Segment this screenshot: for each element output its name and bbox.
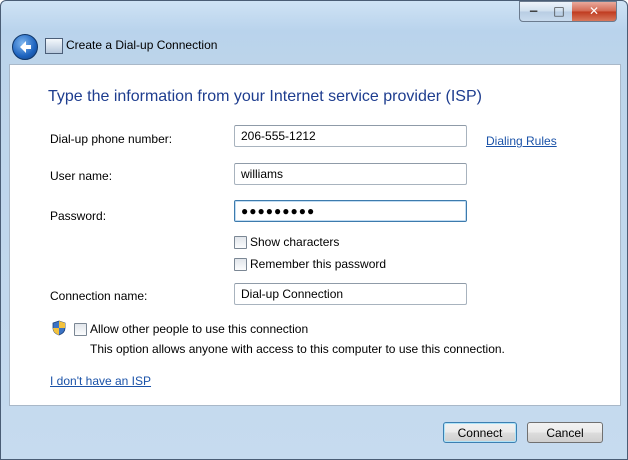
password-field[interactable]: ●●●●●●●●● xyxy=(234,200,467,222)
dialing-rules-link[interactable]: Dialing Rules xyxy=(486,134,557,148)
connection-name-label: Connection name: xyxy=(50,289,148,303)
username-field[interactable]: williams xyxy=(234,163,467,185)
allow-others-label[interactable]: Allow other people to use this connectio… xyxy=(90,322,308,336)
allow-others-checkbox[interactable] xyxy=(74,323,87,336)
dialup-connection-icon xyxy=(45,38,63,54)
show-characters-checkbox[interactable] xyxy=(234,236,247,249)
maximize-icon: □ xyxy=(553,4,565,18)
connection-name-field[interactable]: Dial-up Connection xyxy=(234,283,467,305)
cancel-button[interactable]: Cancel xyxy=(527,422,603,443)
phone-number-field[interactable]: 206-555-1212 xyxy=(234,125,467,147)
show-characters-label[interactable]: Show characters xyxy=(250,235,339,249)
wizard-header: Create a Dial-up Connection xyxy=(9,31,619,61)
username-label: User name: xyxy=(50,169,113,183)
connect-button[interactable]: Connect xyxy=(443,422,517,443)
wizard-content: Type the information from your Internet … xyxy=(9,64,621,406)
uac-shield-icon xyxy=(52,320,66,336)
maximize-button[interactable]: □ xyxy=(546,1,573,22)
page-heading: Type the information from your Internet … xyxy=(48,88,482,105)
phone-label: Dial-up phone number: xyxy=(50,132,173,146)
remember-password-label[interactable]: Remember this password xyxy=(250,257,386,271)
allow-others-description: This option allows anyone with access to… xyxy=(90,342,505,356)
minimize-button[interactable]: − xyxy=(519,1,548,22)
wizard-title: Create a Dial-up Connection xyxy=(66,38,218,52)
back-button[interactable] xyxy=(12,34,38,60)
close-button[interactable]: ✕ xyxy=(572,1,617,22)
back-arrow-icon xyxy=(20,41,31,53)
close-icon: ✕ xyxy=(588,4,600,18)
dialog-window: − □ ✕ Create a Dial-up Connection Type t… xyxy=(0,0,628,460)
no-isp-link[interactable]: I don't have an ISP xyxy=(50,374,151,388)
minimize-icon: − xyxy=(528,4,539,18)
remember-password-checkbox[interactable] xyxy=(234,258,247,271)
password-label: Password: xyxy=(50,209,107,223)
